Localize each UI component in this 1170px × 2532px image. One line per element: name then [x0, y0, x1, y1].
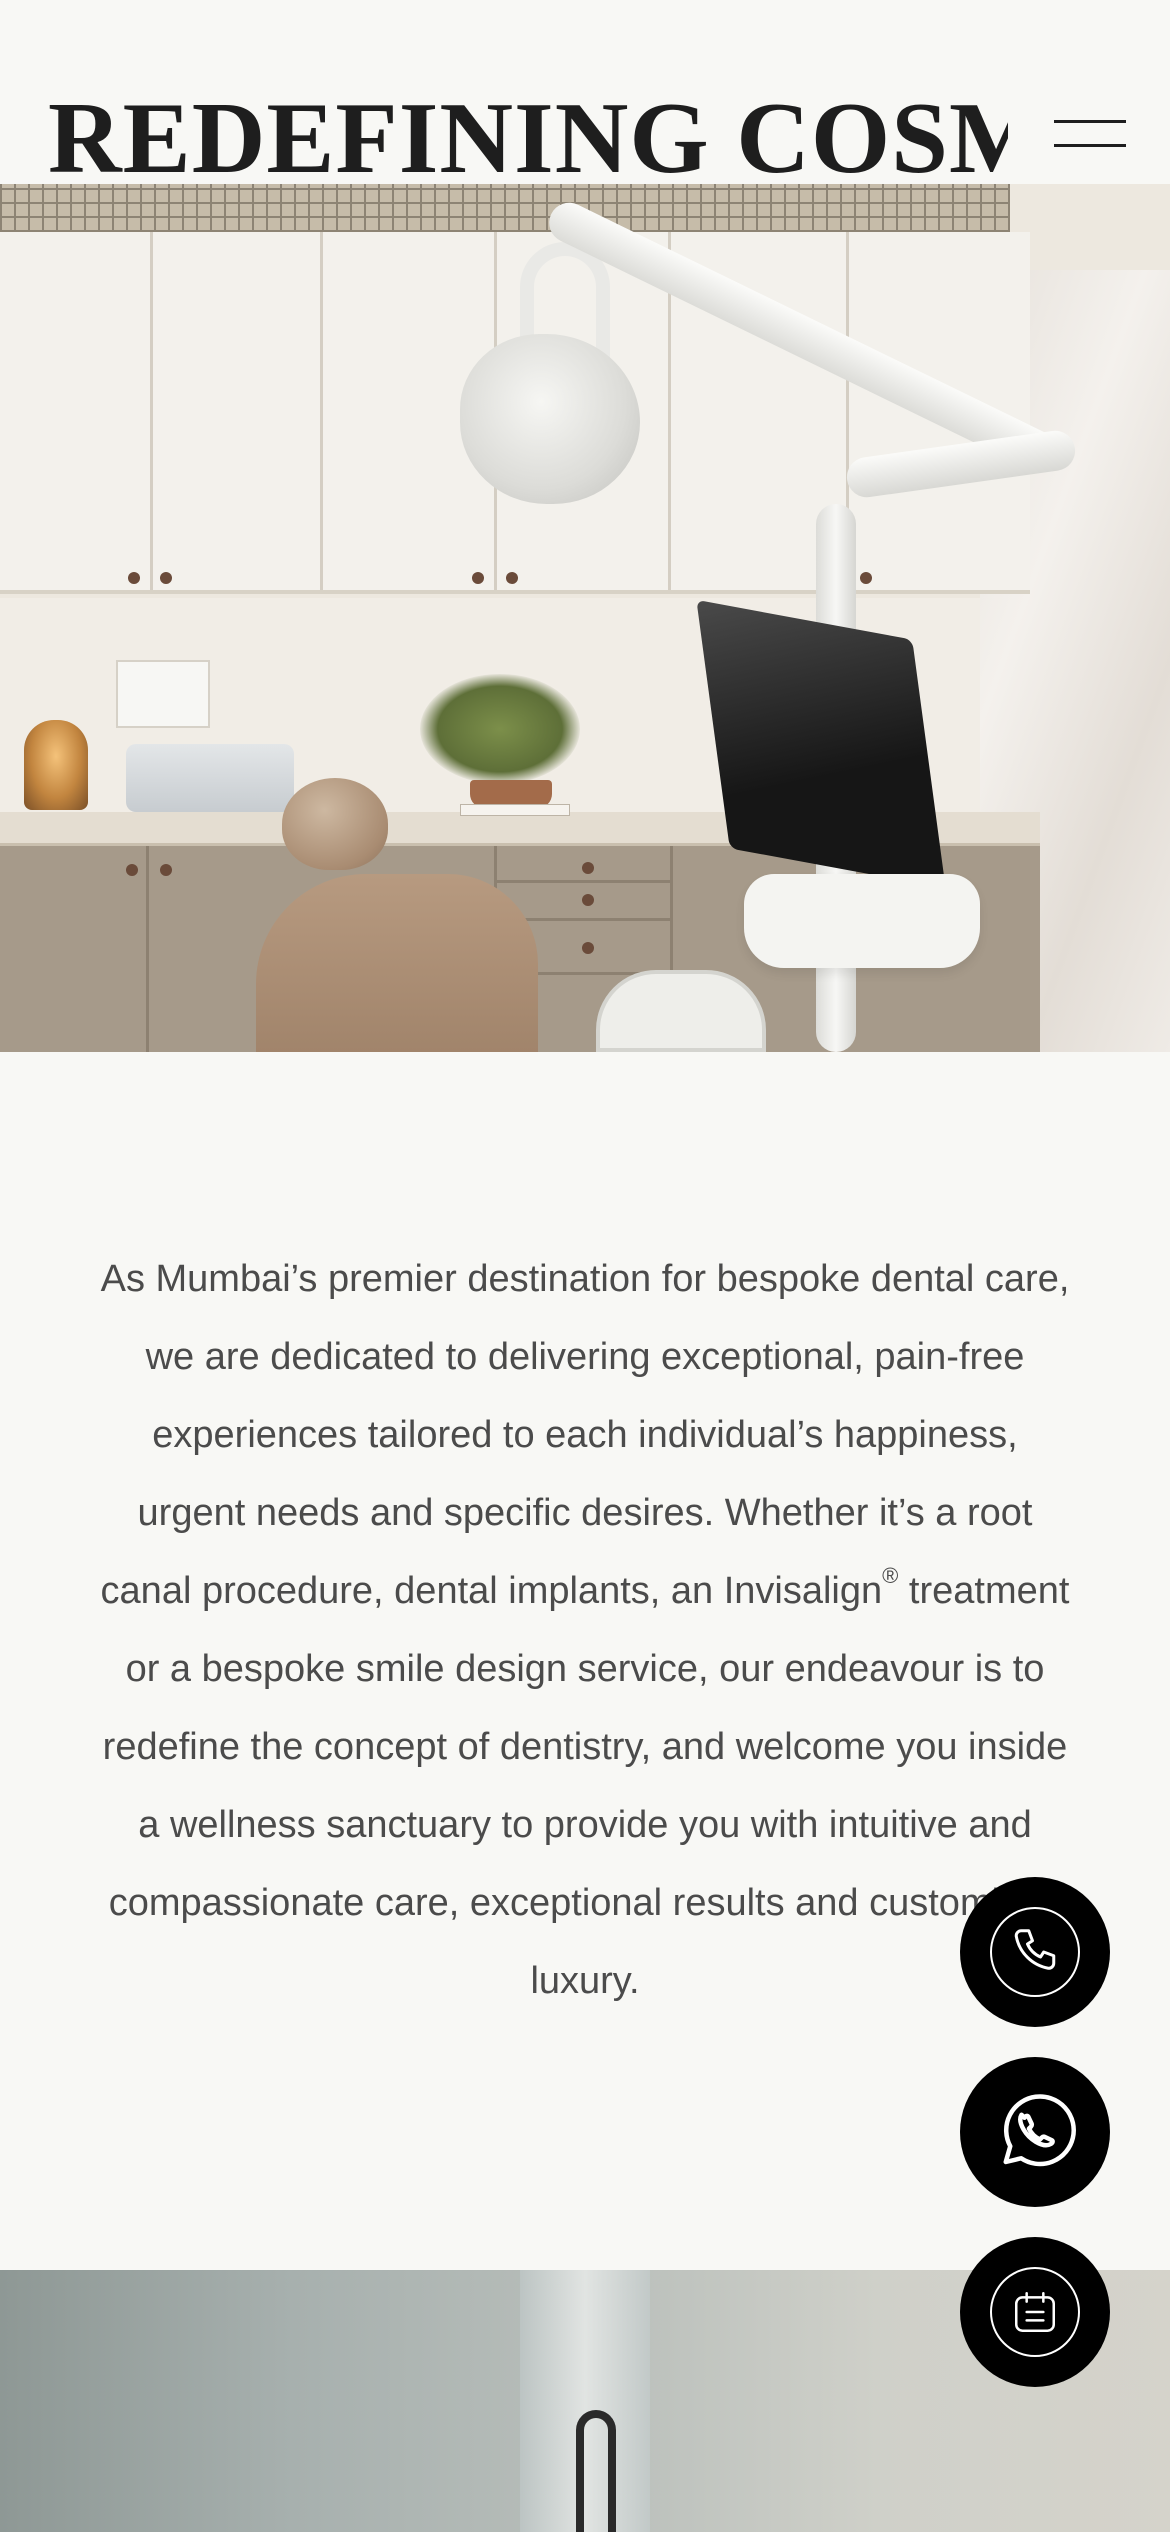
- dental-chair: [256, 874, 538, 1052]
- hero-title-wrap: REDEFINING COSMET: [0, 0, 1010, 185]
- hero-title: REDEFINING COSMET: [48, 82, 1010, 185]
- call-button[interactable]: [960, 1877, 1110, 2027]
- whatsapp-button[interactable]: [960, 2057, 1110, 2207]
- dental-light: [460, 334, 640, 504]
- intro-text-a: As Mumbai’s premier destination for besp…: [100, 1258, 1070, 1612]
- hero-image: [0, 184, 1170, 1052]
- sterilizer: [126, 744, 294, 812]
- chair-headrest: [282, 778, 388, 870]
- intro-text-b: treatment or a bespoke smile design serv…: [102, 1570, 1070, 2002]
- spittoon: [596, 970, 766, 1052]
- intro-paragraph: As Mumbai’s premier destination for besp…: [96, 1240, 1074, 2020]
- phone-icon: [1014, 1929, 1056, 1970]
- registered-mark: ®: [882, 1563, 899, 1588]
- book: [460, 804, 570, 816]
- door-handle: [576, 2410, 616, 2532]
- instrument-tray: [744, 874, 980, 968]
- menu-line-top: [1054, 120, 1126, 123]
- book-appointment-button[interactable]: [960, 2237, 1110, 2387]
- wall-outlet: [116, 660, 210, 728]
- tile-strip: [0, 184, 1010, 232]
- hamburger-icon[interactable]: [1054, 120, 1126, 150]
- calendar-icon: [1015, 2292, 1055, 2332]
- monitor: [696, 599, 946, 889]
- whatsapp-icon: [1003, 2094, 1076, 2167]
- menu-line-bottom: [1054, 144, 1126, 147]
- bonsai-crown: [420, 674, 580, 784]
- table-lamp: [24, 720, 88, 810]
